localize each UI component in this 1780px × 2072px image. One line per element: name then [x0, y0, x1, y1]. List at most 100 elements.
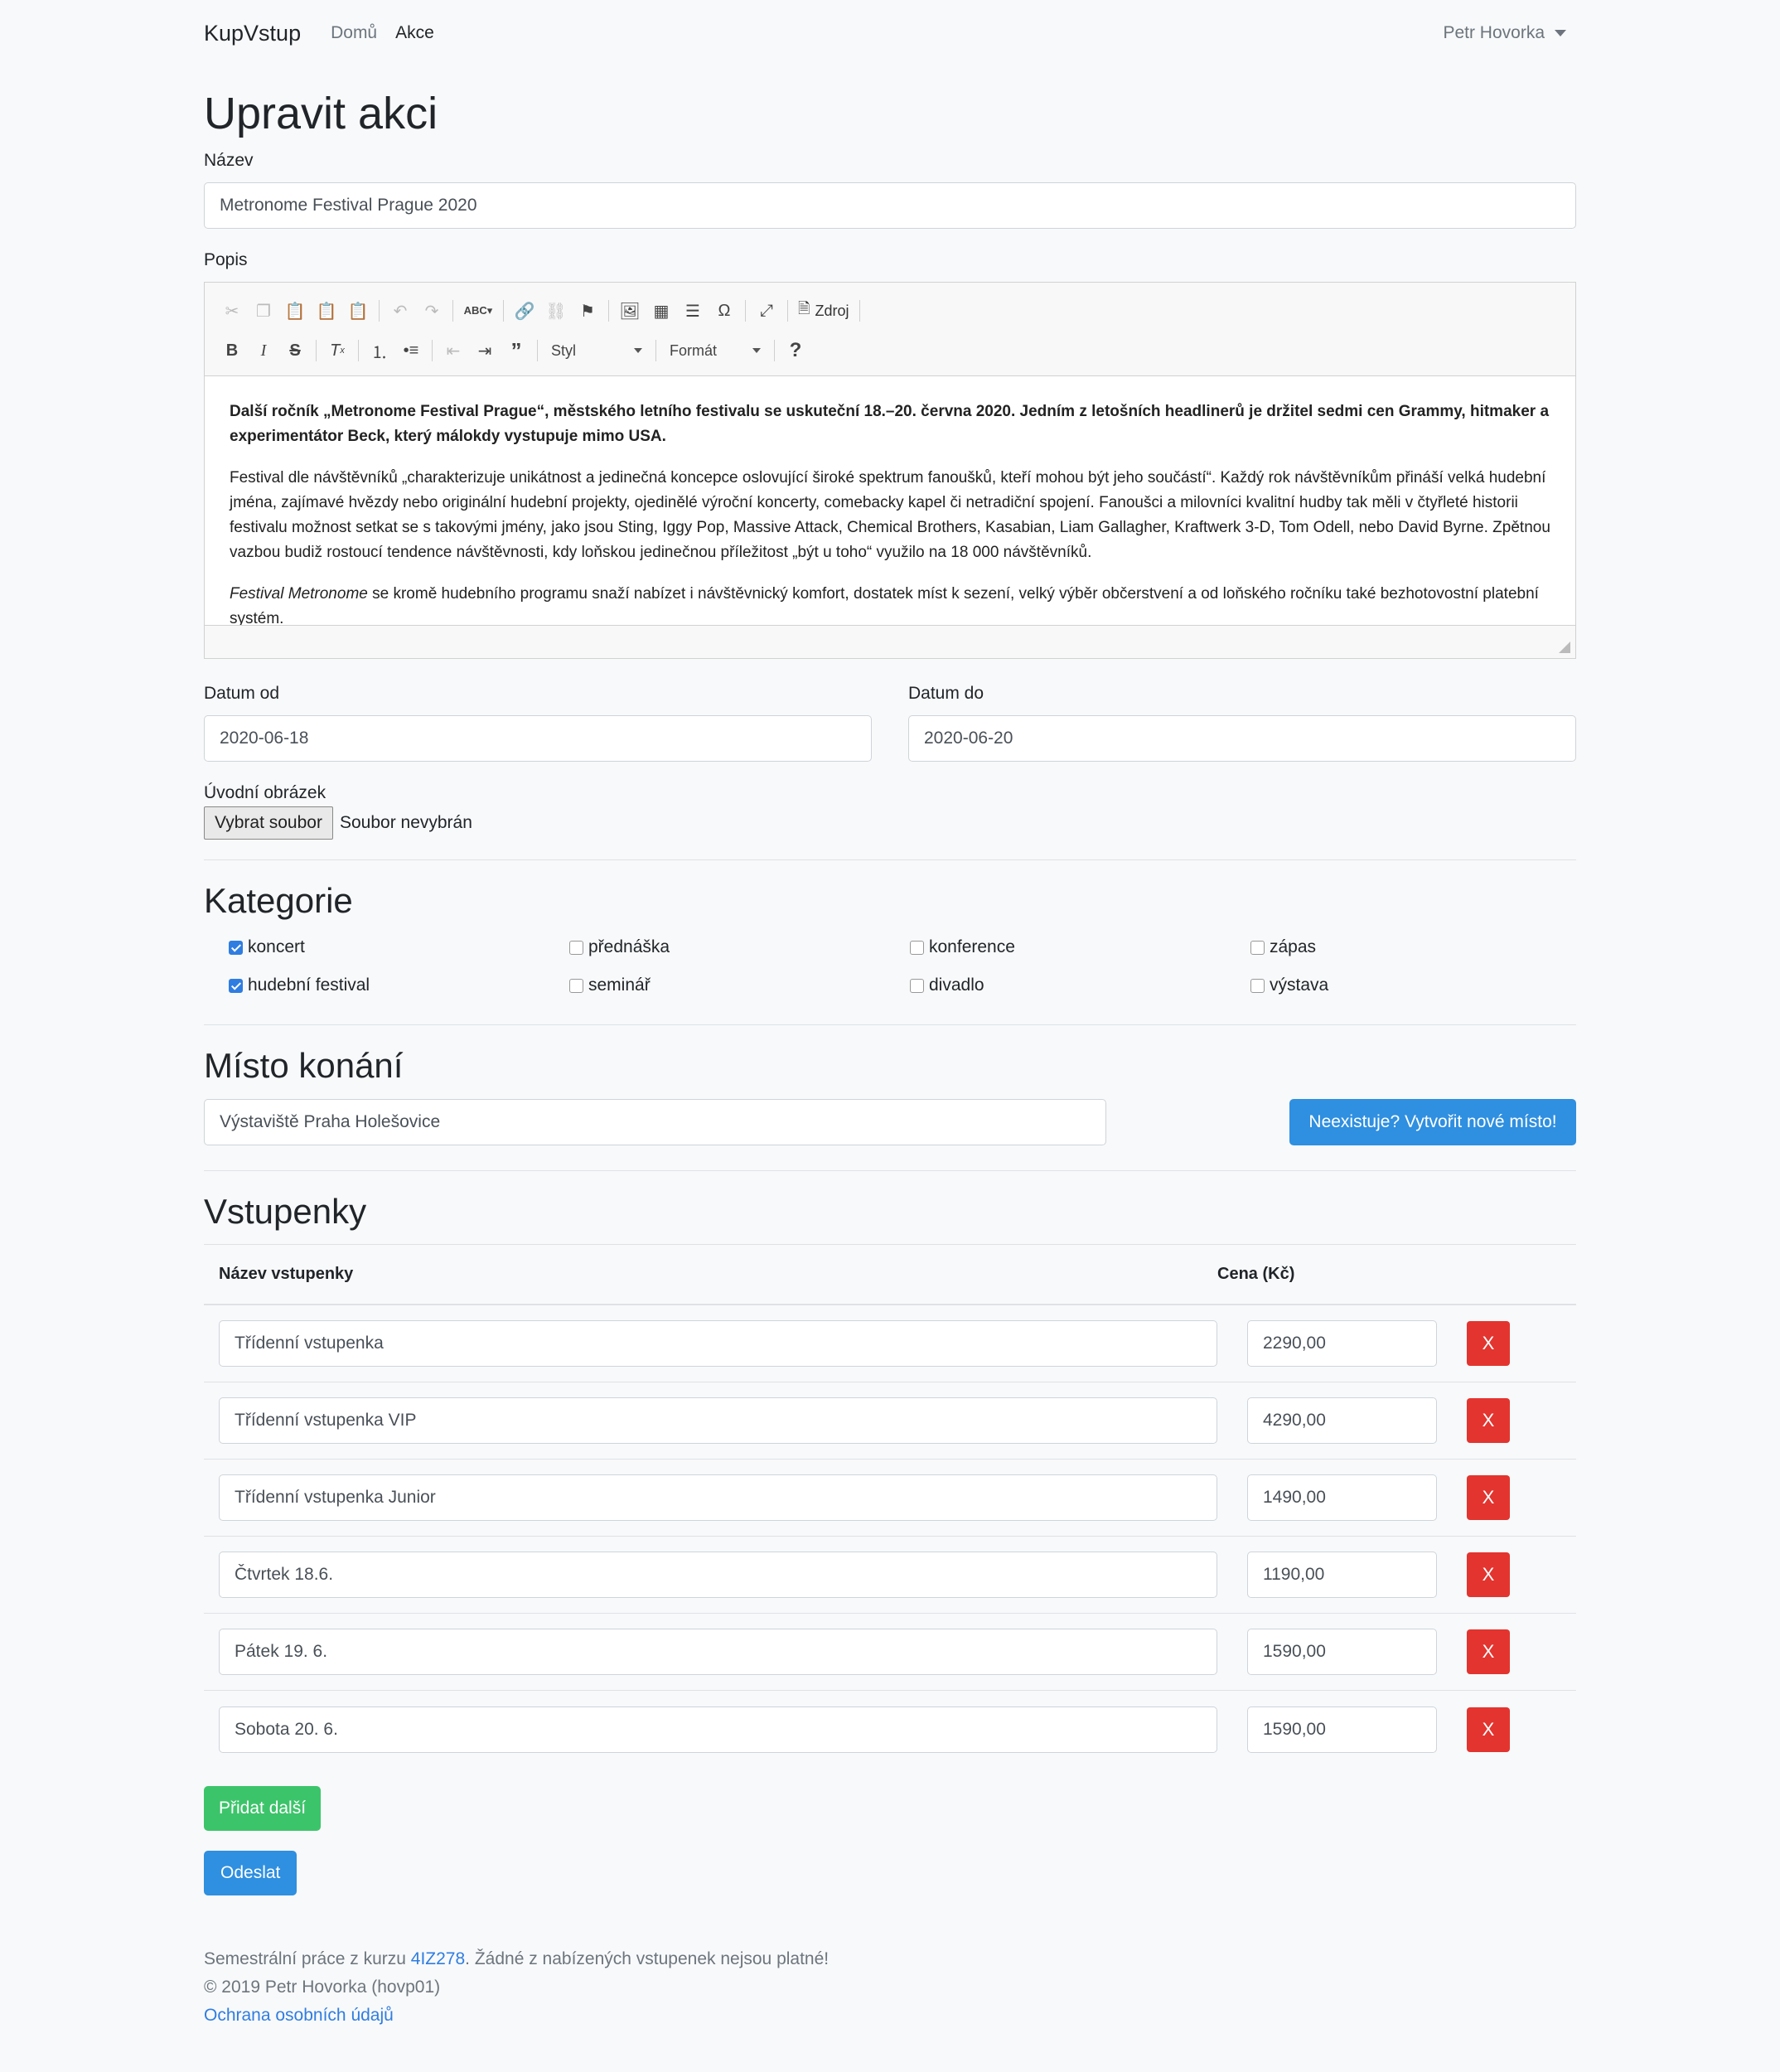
date-from-input[interactable]: 2020-06-18: [204, 715, 872, 762]
italic-icon[interactable]: I: [248, 336, 279, 366]
paste-text-icon[interactable]: 📋: [311, 296, 342, 326]
category-vystava[interactable]: výstava: [1250, 971, 1591, 1000]
redo-icon[interactable]: ↷: [416, 296, 447, 326]
checkbox-checked[interactable]: [229, 978, 243, 993]
ticket-price-input[interactable]: 1590,00: [1247, 1706, 1437, 1753]
checkbox[interactable]: [569, 978, 583, 993]
column-header-name: Název vstupenky: [219, 1265, 354, 1284]
undo-icon[interactable]: ↶: [385, 296, 416, 326]
place-input[interactable]: Výstaviště Praha Holešovice: [204, 1098, 1106, 1145]
category-divadlo[interactable]: divadlo: [910, 971, 1250, 1000]
chevron-down-icon: [634, 348, 642, 354]
tickets-title: Vstupenky: [204, 1191, 367, 1231]
file-status: Soubor nevybrán: [339, 813, 472, 833]
image-icon[interactable]: 🖼: [614, 296, 646, 326]
create-place-button[interactable]: Neexistuje? Vytvořit nové místo!: [1289, 1098, 1576, 1145]
ticket-name-input[interactable]: Třídenní vstupenka Junior: [219, 1474, 1217, 1522]
checkbox-checked[interactable]: [229, 940, 243, 955]
submit-button[interactable]: Odeslat: [204, 1851, 297, 1896]
tickets-table-header: Název vstupenky Cena (Kč): [204, 1244, 1576, 1306]
ticket-name-input[interactable]: Třídenní vstupenka: [219, 1320, 1217, 1368]
user-menu-dropdown[interactable]: Petr Hovorka: [1443, 0, 1566, 66]
delete-ticket-button[interactable]: X: [1467, 1475, 1510, 1521]
chevron-down-icon: [752, 348, 761, 354]
checkbox[interactable]: [910, 940, 924, 955]
maximize-icon[interactable]: ⤢: [751, 296, 782, 326]
ticket-price-input[interactable]: 1190,00: [1247, 1552, 1437, 1599]
rich-text-editor: ✂ ❐ 📋 📋 📋 ↶ ↷ ABC▾ 🔗 ⛓ ⚑ 🖼 ▦ ☰ Ω ⤢ 🗎 Zdr…: [204, 282, 1576, 660]
editor-footer: [205, 625, 1575, 659]
nav-link-home[interactable]: Domů: [331, 23, 377, 43]
blockquote-icon[interactable]: ”: [501, 336, 532, 366]
ticket-price-input[interactable]: 2290,00: [1247, 1320, 1437, 1368]
category-seminar[interactable]: seminář: [569, 971, 910, 1000]
footer-copyright: © 2019 Petr Hovorka (hovp01): [204, 1978, 441, 1997]
style-dropdown[interactable]: Styl: [543, 342, 651, 360]
place-title: Místo konání: [204, 1046, 404, 1086]
privacy-link[interactable]: Ochrana osobních údajů: [204, 2006, 394, 2025]
add-ticket-button[interactable]: Přidat další: [204, 1786, 322, 1832]
divider: [204, 859, 1576, 861]
category-koncert[interactable]: koncert: [229, 933, 569, 961]
editor-paragraph: Další ročník „Metronome Festival Prague“…: [230, 403, 1550, 446]
table-row: Třídenní vstupenka Junior 1490,00 X: [204, 1460, 1576, 1537]
resize-handle-icon[interactable]: [1559, 641, 1570, 654]
category-zapas[interactable]: zápas: [1250, 933, 1591, 961]
editor-paragraph: Festival Metronome se kromě hudebního pr…: [230, 585, 1539, 626]
table-row: Třídenní vstupenka VIP 4290,00 X: [204, 1382, 1576, 1460]
paste-word-icon[interactable]: 📋: [342, 296, 374, 326]
date-to-input[interactable]: 2020-06-20: [908, 715, 1576, 762]
delete-ticket-button[interactable]: X: [1467, 1629, 1510, 1675]
format-dropdown[interactable]: Formát: [661, 342, 769, 360]
ticket-price-input[interactable]: 1490,00: [1247, 1474, 1437, 1522]
delete-ticket-button[interactable]: X: [1467, 1706, 1510, 1752]
bold-icon[interactable]: B: [216, 336, 248, 366]
category-prednaska[interactable]: přednáška: [569, 933, 910, 961]
checkbox[interactable]: [1250, 978, 1265, 993]
cut-icon[interactable]: ✂: [216, 296, 248, 326]
checkbox[interactable]: [1250, 940, 1265, 955]
brand-link[interactable]: KupVstup: [204, 21, 301, 46]
checkbox[interactable]: [910, 978, 924, 993]
ticket-price-input[interactable]: 4290,00: [1247, 1397, 1437, 1445]
bulleted-list-icon[interactable]: •≡: [395, 336, 427, 366]
delete-ticket-button[interactable]: X: [1467, 1398, 1510, 1444]
outdent-icon[interactable]: ⇤: [438, 336, 469, 366]
event-name-input[interactable]: Metronome Festival Prague 2020: [204, 182, 1576, 230]
ticket-name-input[interactable]: Čtvrtek 18.6.: [219, 1552, 1217, 1599]
numbered-list-icon[interactable]: ⒈: [364, 336, 395, 366]
category-hudebni-festival[interactable]: hudební festival: [229, 971, 569, 1000]
course-link[interactable]: 4IZ278: [411, 1949, 465, 1968]
link-icon[interactable]: 🔗: [509, 296, 540, 326]
navbar: KupVstup Domů Akce Petr Hovorka: [204, 0, 1576, 66]
ticket-name-input[interactable]: Třídenní vstupenka VIP: [219, 1397, 1217, 1445]
spellcheck-icon[interactable]: ABC▾: [458, 296, 498, 326]
horizontal-line-icon[interactable]: ☰: [677, 296, 709, 326]
strikethrough-icon[interactable]: S: [279, 336, 311, 366]
table-icon[interactable]: ▦: [646, 296, 677, 326]
nav-link-events[interactable]: Akce: [395, 23, 434, 43]
ticket-name-input[interactable]: Sobota 20. 6.: [219, 1706, 1217, 1753]
paste-icon[interactable]: 📋: [279, 296, 311, 326]
unlink-icon[interactable]: ⛓: [540, 296, 572, 326]
source-button[interactable]: 🗎 Zdroj: [793, 298, 854, 323]
help-icon[interactable]: ?: [780, 336, 811, 366]
ticket-name-input[interactable]: Pátek 19. 6.: [219, 1629, 1217, 1676]
footer-line-1: Semestrální práce z kurzu 4IZ278. Žádné …: [204, 1949, 830, 1969]
remove-format-icon[interactable]: Tx: [322, 336, 353, 366]
choose-file-button[interactable]: Vybrat soubor: [204, 806, 333, 840]
copy-icon[interactable]: ❐: [248, 296, 279, 326]
divider: [204, 1024, 1576, 1026]
checkbox[interactable]: [569, 940, 583, 955]
editor-content[interactable]: Další ročník „Metronome Festival Prague“…: [205, 376, 1575, 625]
category-konference[interactable]: konference: [910, 933, 1250, 961]
delete-ticket-button[interactable]: X: [1467, 1552, 1510, 1598]
user-name: Petr Hovorka: [1443, 23, 1545, 42]
indent-icon[interactable]: ⇥: [469, 336, 501, 366]
ticket-price-input[interactable]: 1590,00: [1247, 1629, 1437, 1676]
table-row: Pátek 19. 6. 1590,00 X: [204, 1614, 1576, 1692]
anchor-flag-icon[interactable]: ⚑: [572, 296, 603, 326]
special-char-icon[interactable]: Ω: [709, 296, 740, 326]
delete-ticket-button[interactable]: X: [1467, 1321, 1510, 1367]
dates-row: Datum od 2020-06-18 Datum do 2020-06-20: [204, 684, 1576, 762]
